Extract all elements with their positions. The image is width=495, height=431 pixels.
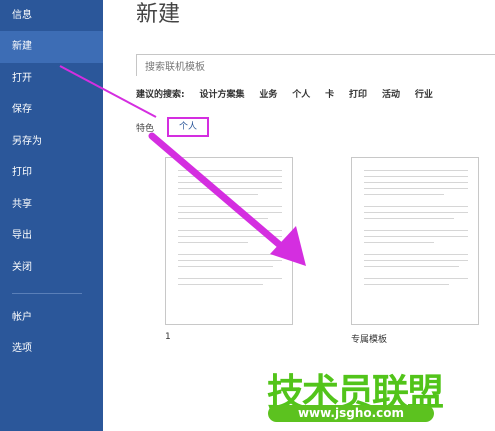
doc-line	[364, 206, 468, 207]
doc-line	[364, 188, 468, 189]
doc-line	[364, 218, 454, 219]
doc-line	[178, 260, 282, 261]
doc-line	[178, 170, 282, 171]
template-label-2: 专属模板	[351, 335, 388, 345]
doc-line	[364, 170, 468, 171]
suggest-link-industry[interactable]: 行业	[415, 90, 433, 100]
template-label-1: 1	[165, 332, 171, 342]
doc-line	[364, 260, 468, 261]
doc-line	[178, 206, 282, 207]
suggest-link-cards[interactable]: 卡	[325, 90, 334, 100]
doc-line	[178, 176, 282, 177]
suggested-label: 建议的搜索:	[136, 90, 185, 100]
doc-line	[178, 266, 273, 267]
nav-close[interactable]: 关闭	[0, 252, 103, 284]
suggest-link-design-sets[interactable]: 设计方案集	[199, 90, 244, 100]
search-box[interactable]	[136, 54, 495, 78]
watermark-url: www.jsgho.com	[268, 405, 434, 422]
nav-save[interactable]: 保存	[0, 94, 103, 126]
doc-line	[178, 278, 282, 279]
suggest-link-events[interactable]: 活动	[382, 90, 400, 100]
doc-line	[364, 176, 468, 177]
doc-line	[178, 284, 263, 285]
doc-line	[364, 278, 468, 279]
doc-line	[178, 230, 282, 231]
nav-export[interactable]: 导出	[0, 220, 103, 252]
doc-line	[364, 236, 468, 237]
doc-line	[364, 284, 449, 285]
nav-print[interactable]: 打印	[0, 157, 103, 189]
doc-line	[364, 254, 468, 255]
doc-line	[178, 254, 282, 255]
template-thumbnail-2[interactable]	[351, 157, 479, 325]
suggest-link-print[interactable]: 打印	[349, 90, 367, 100]
doc-line	[178, 236, 282, 237]
doc-line	[364, 230, 468, 231]
nav-options[interactable]: 选项	[0, 333, 103, 365]
search-input[interactable]	[137, 57, 495, 78]
suggested-searches: 建议的搜索: 设计方案集 业务 个人 卡 打印 活动 行业	[136, 87, 433, 100]
doc-line	[178, 188, 282, 189]
backstage-sidebar: 信息 新建 打开 保存 另存为 打印 共享 导出 关闭 帐户 选项	[0, 0, 103, 431]
suggest-link-business[interactable]: 业务	[259, 90, 277, 100]
doc-line	[178, 194, 258, 195]
doc-line	[178, 242, 248, 243]
doc-line	[364, 266, 459, 267]
nav-info[interactable]: 信息	[0, 0, 103, 32]
nav-divider	[12, 293, 82, 294]
nav-share[interactable]: 共享	[0, 189, 103, 221]
nav-open[interactable]: 打开	[0, 63, 103, 95]
doc-line	[364, 194, 444, 195]
doc-line	[178, 182, 282, 183]
nav-new[interactable]: 新建	[0, 31, 103, 63]
page-title: 新建	[136, 2, 181, 27]
doc-line	[364, 242, 434, 243]
nav-account[interactable]: 帐户	[0, 302, 103, 334]
template-thumbnail-1[interactable]	[165, 157, 293, 325]
doc-line	[178, 218, 268, 219]
tab-featured[interactable]: 特色	[136, 121, 154, 134]
nav-save-as[interactable]: 另存为	[0, 126, 103, 158]
tab-personal[interactable]: 个人	[167, 117, 209, 137]
doc-line	[364, 182, 468, 183]
suggest-link-personal[interactable]: 个人	[292, 90, 310, 100]
doc-line	[178, 212, 282, 213]
doc-line	[364, 212, 468, 213]
